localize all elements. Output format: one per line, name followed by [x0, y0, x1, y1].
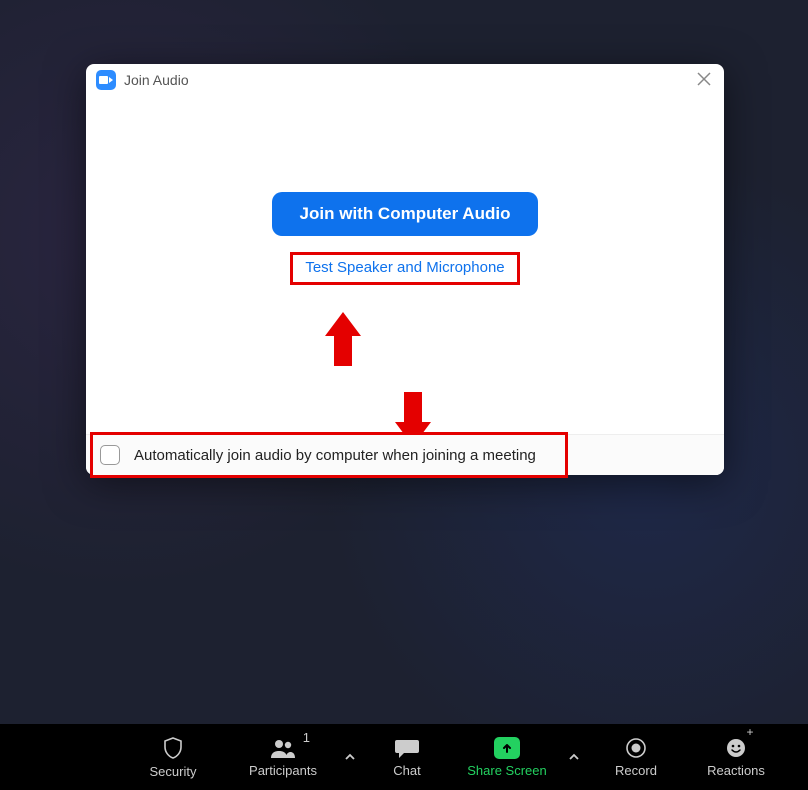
toolbar-record[interactable]: Record	[586, 724, 686, 790]
smiley-icon	[725, 737, 747, 759]
join-computer-audio-button[interactable]: Join with Computer Audio	[272, 192, 539, 236]
participants-icon	[269, 737, 297, 759]
chat-icon	[394, 737, 420, 759]
chevron-up-icon	[344, 751, 356, 763]
toolbar-record-label: Record	[615, 763, 657, 778]
record-icon	[625, 737, 647, 759]
toolbar-chat-label: Chat	[393, 763, 420, 778]
dialog-header: Join Audio	[86, 64, 724, 96]
close-icon	[697, 72, 711, 86]
share-screen-icon	[494, 737, 520, 759]
toolbar-share-screen[interactable]: Share Screen	[452, 724, 562, 790]
toolbar-chat[interactable]: Chat	[362, 724, 452, 790]
test-speaker-microphone-link[interactable]: Test Speaker and Microphone	[290, 252, 519, 285]
toolbar-reactions-label: Reactions	[707, 763, 765, 778]
meeting-toolbar: Security 1 Participants Chat Share Scree…	[0, 724, 808, 790]
chevron-up-icon	[568, 751, 580, 763]
auto-join-checkbox[interactable]	[100, 445, 120, 465]
close-button[interactable]	[694, 72, 714, 92]
dialog-title: Join Audio	[124, 72, 189, 88]
zoom-icon	[96, 70, 116, 90]
participants-caret[interactable]	[338, 724, 362, 790]
dialog-body: Join with Computer Audio Test Speaker an…	[86, 96, 724, 434]
toolbar-participants-label: Participants	[249, 763, 317, 778]
join-audio-dialog: Join Audio Join with Computer Audio Test…	[86, 64, 724, 475]
annotation-arrow-up	[325, 312, 361, 366]
toolbar-security[interactable]: Security	[118, 724, 228, 790]
plus-icon: +	[744, 726, 756, 738]
auto-join-row: Automatically join audio by computer whe…	[86, 435, 724, 475]
shield-icon	[161, 736, 185, 760]
dialog-footer: Automatically join audio by computer whe…	[86, 434, 724, 475]
auto-join-label: Automatically join audio by computer whe…	[134, 447, 536, 464]
toolbar-participants[interactable]: 1 Participants	[228, 724, 338, 790]
share-caret[interactable]	[562, 724, 586, 790]
toolbar-share-label: Share Screen	[467, 763, 547, 778]
toolbar-security-label: Security	[150, 764, 197, 779]
participants-count: 1	[303, 730, 310, 745]
toolbar-reactions[interactable]: + Reactions	[686, 724, 786, 790]
